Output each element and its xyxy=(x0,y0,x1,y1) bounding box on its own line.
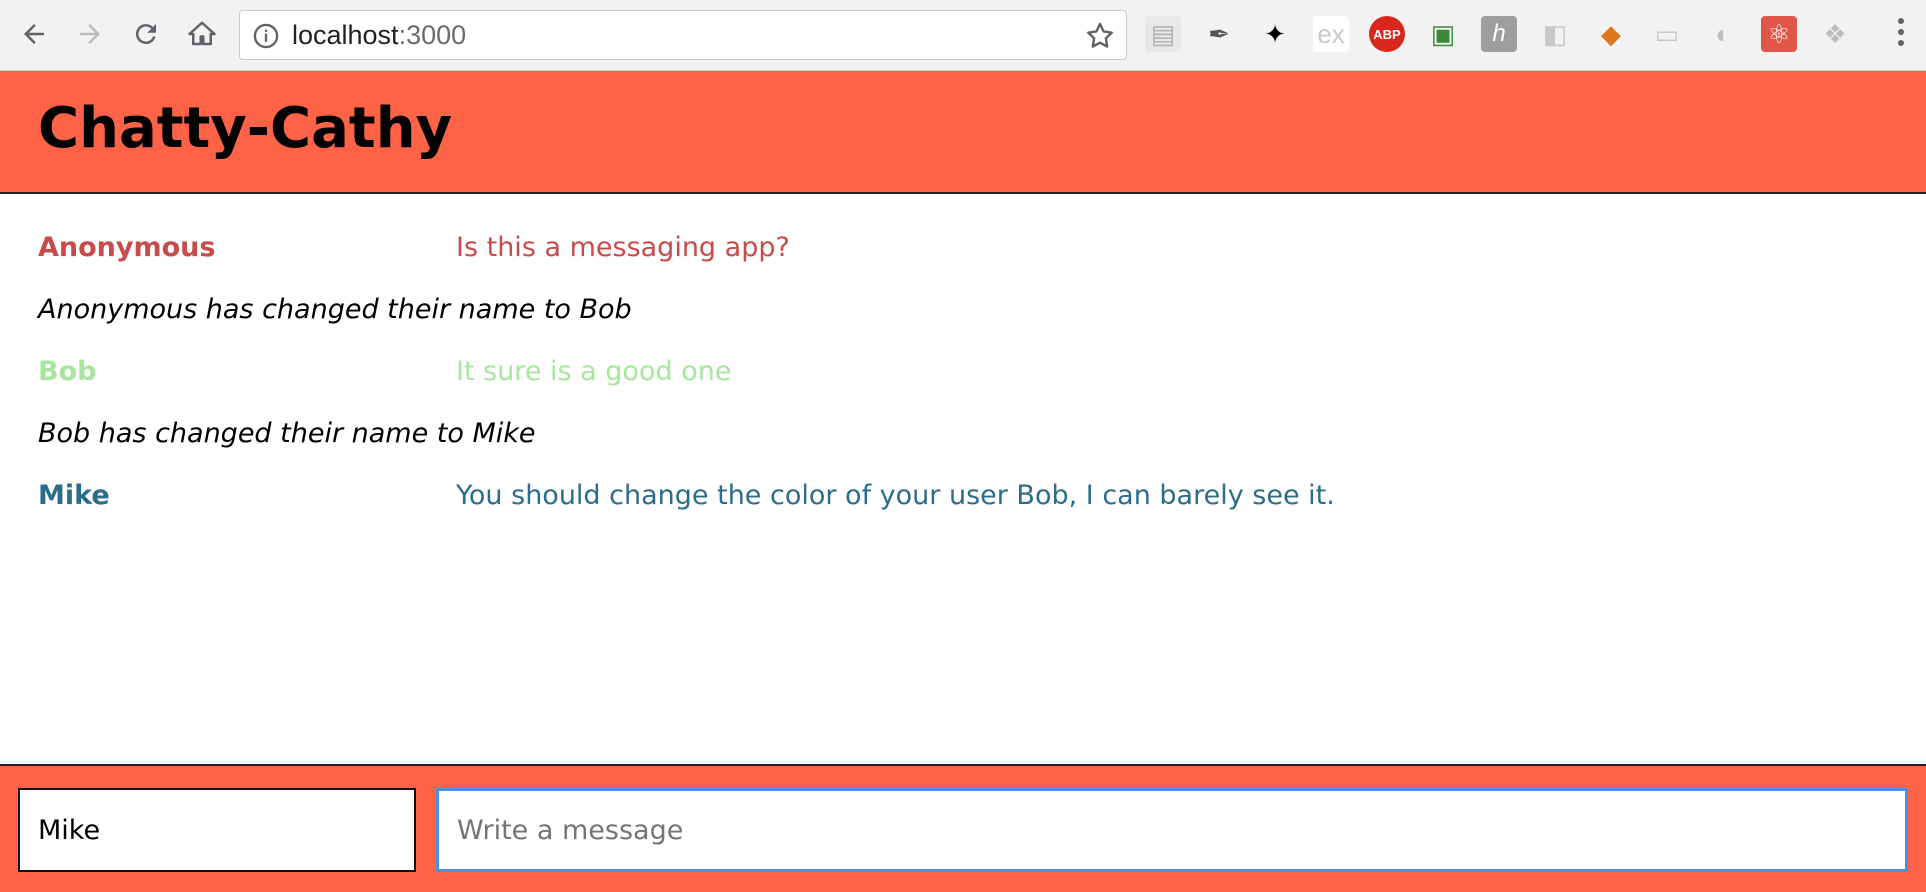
message-content: You should change the color of your user… xyxy=(456,480,1335,511)
message-username: Anonymous xyxy=(38,232,216,263)
back-button[interactable] xyxy=(14,14,54,54)
system-notification: Bob has changed their name to Mike xyxy=(38,418,536,449)
message-username: Mike xyxy=(38,480,110,511)
reload-icon xyxy=(135,24,156,45)
address-bar[interactable]: localhost:3000 xyxy=(239,10,1127,60)
url-host: localhost xyxy=(292,20,399,50)
h-icon[interactable]: h xyxy=(1481,16,1517,52)
react-devtools-icon[interactable]: ⚛ xyxy=(1761,16,1797,52)
save-page-icon[interactable]: ▤ xyxy=(1145,16,1181,52)
arrow-right-icon xyxy=(80,24,100,44)
message-content: Is this a messaging app? xyxy=(456,232,790,263)
message-input[interactable] xyxy=(436,788,1908,872)
ninja-icon[interactable]: ✦ xyxy=(1257,16,1293,52)
arrow-left-icon xyxy=(24,24,44,44)
url-text[interactable]: localhost:3000 xyxy=(292,20,466,51)
info-icon[interactable] xyxy=(252,22,280,50)
ex-icon[interactable]: ex xyxy=(1313,16,1349,52)
browser-toolbar: localhost:3000 ▤ ✒ ✦ ex ABP ▣ h ◧ ◆ ▭ ◐ ⚛ ❖ xyxy=(0,0,1926,71)
url-port: :3000 xyxy=(398,20,467,50)
message-content: It sure is a good one xyxy=(456,356,732,387)
home-button[interactable] xyxy=(182,14,222,54)
card-icon[interactable]: ▭ xyxy=(1649,16,1685,52)
message: Mike You should change the color of your … xyxy=(38,480,1888,520)
browser-menu-icon[interactable] xyxy=(1896,18,1906,50)
ex-label: ex xyxy=(1317,18,1345,49)
adblock-plus-icon[interactable]: ABP xyxy=(1369,16,1405,52)
dropbox-icon[interactable]: ❖ xyxy=(1817,16,1853,52)
network-icon[interactable]: ▣ xyxy=(1425,16,1461,52)
chat-bar xyxy=(0,764,1926,892)
adblock-plus-label: ABP xyxy=(1373,26,1401,42)
camera-icon[interactable]: ◧ xyxy=(1537,16,1573,52)
message-username: Bob xyxy=(38,356,97,387)
reload-button[interactable] xyxy=(126,14,166,54)
system-notification: Anonymous has changed their name to Bob xyxy=(38,294,632,325)
app-title: Chatty-Cathy xyxy=(38,96,453,161)
message: Anonymous Is this a messaging app? xyxy=(38,232,1888,272)
message: Bob It sure is a good one xyxy=(38,356,1888,396)
bookmark-star-icon[interactable] xyxy=(1084,20,1116,52)
username-input[interactable] xyxy=(18,788,416,872)
eyedropper-icon[interactable]: ✒ xyxy=(1201,16,1237,52)
metamask-fox-icon[interactable]: ◆ xyxy=(1593,16,1629,52)
home-icon xyxy=(188,21,216,46)
app-header: Chatty-Cathy xyxy=(0,71,1926,194)
forward-button[interactable] xyxy=(70,14,110,54)
h-label: h xyxy=(1492,20,1506,47)
message-list: Anonymous Is this a messaging app? Anonymo… xyxy=(0,194,1926,764)
swirl-icon[interactable]: ◐ xyxy=(1705,16,1741,52)
